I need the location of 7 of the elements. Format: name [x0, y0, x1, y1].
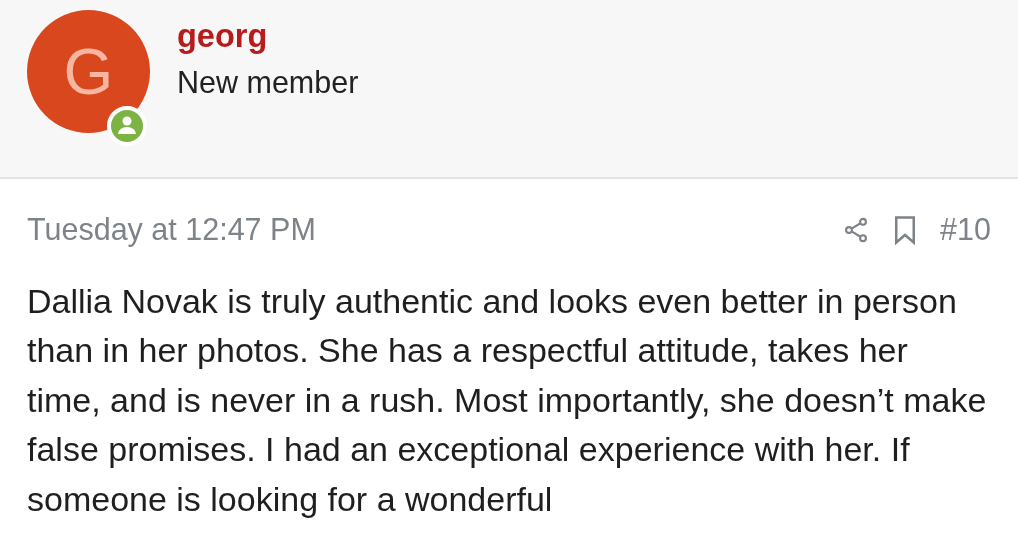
post-date: Tuesday at 12:47 PM [27, 211, 316, 249]
user-role: New member [177, 64, 359, 101]
post-body: Dallia Novak is truly authentic and looks even better in person than in her photos. She has a respectful attitude, takes her time, and is never in a rush. Most importantly, she doesn’t make false promises. I had an exceptional experience with her. If someone is looking for a wonderful [27, 280, 987, 520]
avatar[interactable]: G [27, 10, 150, 133]
username-link[interactable]: georg [177, 14, 359, 58]
avatar-initial: G [63, 39, 114, 104]
post-number-link[interactable]: #10 [940, 207, 991, 253]
